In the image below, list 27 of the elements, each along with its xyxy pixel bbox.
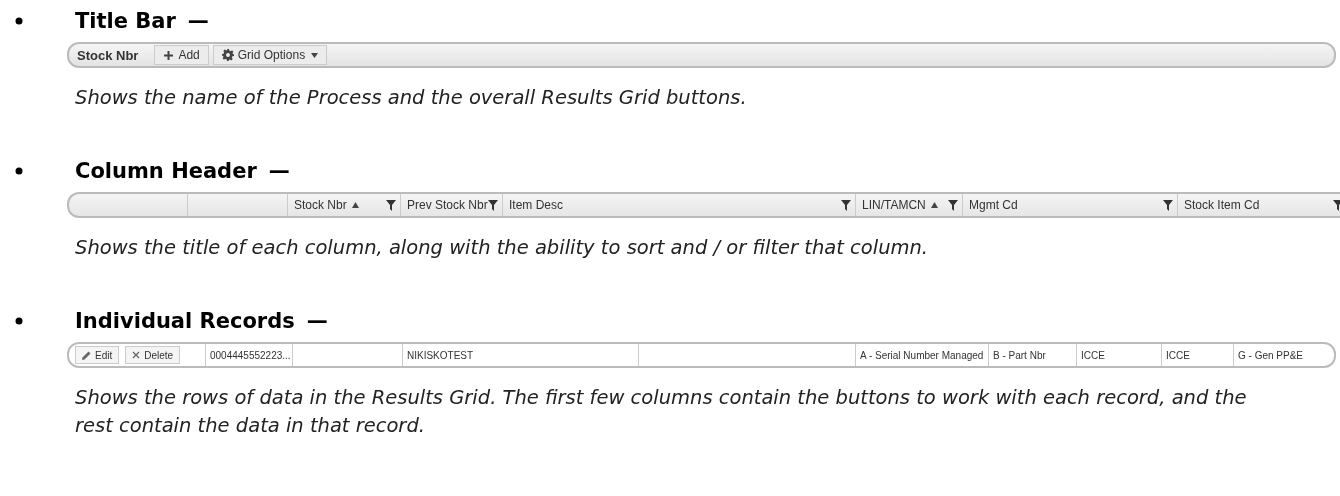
edit-button[interactable]: Edit [75, 346, 120, 364]
table-cell: 0004445552223... [210, 349, 291, 361]
dash: — [268, 159, 290, 183]
section-description: Shows the title of each column, along with the ability to sort and / or filter that column. [75, 235, 930, 261]
delete-button[interactable]: Delete [125, 346, 181, 364]
table-cell: ICCE [1166, 349, 1190, 361]
column-header[interactable]: Mgmt Cd [969, 198, 1018, 212]
section-heading: Individual Records [75, 309, 295, 333]
table-cell: ICCE [1081, 349, 1105, 361]
table-cell: A - Serial Number Managed [860, 349, 984, 361]
column-header[interactable]: Prev Stock Nbr [407, 198, 488, 212]
dash: — [306, 309, 328, 333]
column-header[interactable]: Item Desc [509, 198, 563, 212]
column-header[interactable]: Stock Item Cd [1184, 198, 1260, 212]
table-cell: G - Gen PP&E [1238, 349, 1304, 361]
table-cell: B - Part Nbr [993, 349, 1046, 361]
table-cell: NIKISKOTEST [407, 349, 474, 361]
section-description: Shows the name of the Process and the overall Results Grid buttons. [75, 85, 748, 111]
grid-options-button[interactable]: Grid Options [212, 45, 328, 65]
section-heading: Column Header [75, 159, 257, 183]
add-button[interactable]: Add [154, 45, 209, 65]
dash: — [187, 9, 209, 33]
section-heading: Title Bar [75, 9, 176, 33]
column-header[interactable]: LIN/TAMCN [862, 198, 938, 212]
column-header[interactable]: Stock Nbr [294, 198, 359, 212]
grid-title: Stock Nbr [76, 46, 140, 65]
section-description: Shows the rows of data in the Results Grid. The first few columns contain the buttons to work with each record, and the rest contain the data in that record. [75, 385, 1248, 439]
